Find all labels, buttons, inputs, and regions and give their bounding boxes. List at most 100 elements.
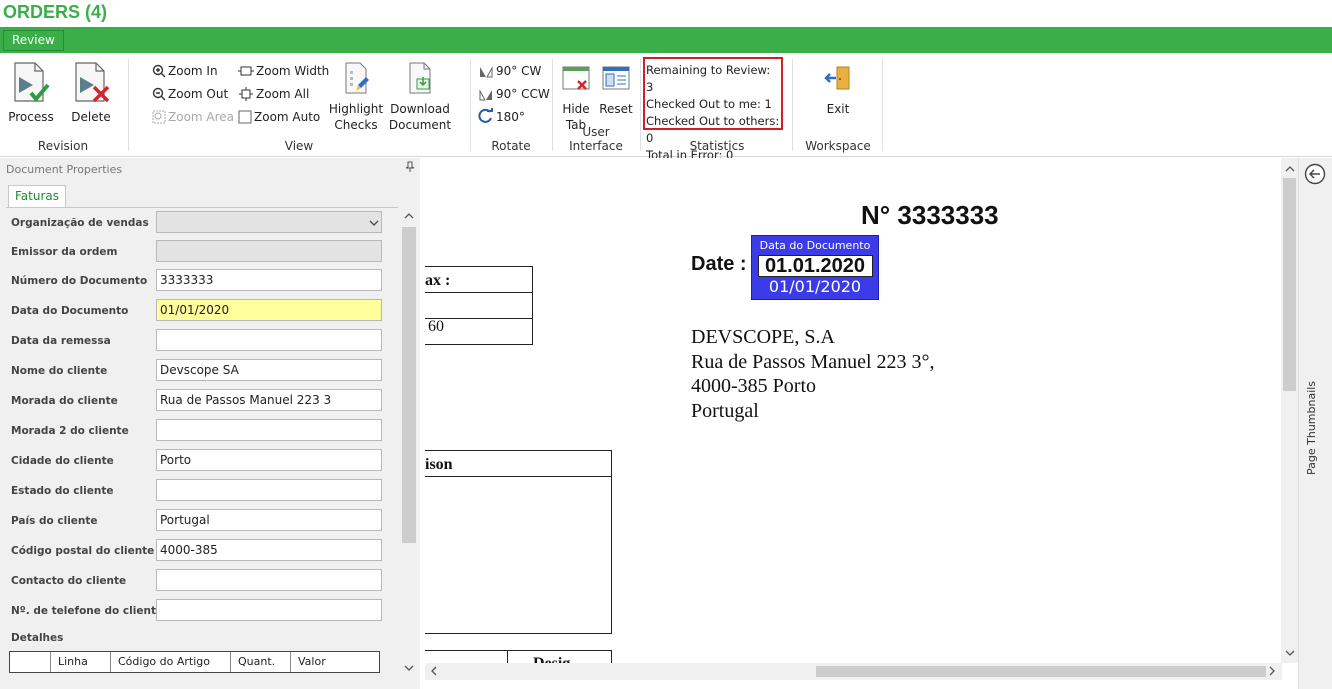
annotation-label: Data do Documento <box>759 239 871 252</box>
scroll-up-icon[interactable] <box>1281 162 1298 176</box>
rotate-180-button[interactable]: 180° <box>478 107 525 127</box>
doc-table-ison <box>425 450 612 634</box>
user-interface-group: Hide Tab Reset User Interface <box>554 57 638 155</box>
zoom-width-button[interactable]: Zoom Width <box>238 61 329 81</box>
scroll-thumb[interactable] <box>1283 178 1296 391</box>
tab-faturas[interactable]: Faturas <box>8 185 67 207</box>
document-viewer[interactable]: ax : 60 ison Desig N° 3333333 Date : Dat… <box>425 158 1282 663</box>
page-thumbnails-tab[interactable]: Page Thumbnails <box>1305 381 1318 475</box>
data-documento-annotation[interactable]: Data do Documento 01.01.2020 01/01/2020 <box>751 235 879 300</box>
view-group: Zoom In Zoom Out Zoom Area Zoom Width Zo… <box>130 57 468 155</box>
table-col-linha[interactable]: Linha <box>50 652 110 672</box>
scroll-thumb[interactable] <box>816 666 1266 677</box>
exit-button[interactable]: Exit <box>820 59 856 117</box>
zoom-auto-label: Zoom Auto <box>254 110 321 124</box>
download-document-button[interactable]: Download Document <box>388 59 452 133</box>
scroll-left-icon[interactable] <box>427 663 441 680</box>
field-data-documento: Data do Documento 01/01/2020 <box>6 299 398 329</box>
zoom-area-icon <box>152 110 166 124</box>
process-button[interactable]: Process <box>8 59 54 125</box>
zoom-in-icon <box>152 64 166 78</box>
codigo-postal-input[interactable]: 4000-385 <box>156 539 382 561</box>
contacto-cliente-input[interactable] <box>156 569 382 591</box>
zoom-all-button[interactable]: Zoom All <box>238 84 309 104</box>
tab-review[interactable]: Review <box>3 30 64 51</box>
rotate-cw-icon <box>480 66 493 78</box>
scroll-down-icon[interactable] <box>400 661 418 675</box>
address-line-3: 4000-385 Porto <box>691 375 816 397</box>
data-remessa-input[interactable] <box>156 329 382 351</box>
address-line-2: Rua de Passos Manuel 223 3°, <box>691 351 935 373</box>
rotate-ccw-label: 90° CCW <box>496 87 550 101</box>
field-contacto-cliente: Contacto do cliente <box>6 569 398 599</box>
morada-cliente-input[interactable]: Rua de Passos Manuel 223 3 <box>156 389 382 411</box>
document-horizontal-scrollbar[interactable] <box>425 663 1282 680</box>
zoom-out-button[interactable]: Zoom Out <box>152 84 228 104</box>
arrow-left-circle-icon[interactable] <box>1304 163 1326 185</box>
app-title: ORDERS (4) <box>3 2 108 22</box>
process-icon <box>14 62 50 103</box>
telefone-cliente-input[interactable] <box>156 599 382 621</box>
address-line-4: Portugal <box>691 400 759 422</box>
zoom-area-button[interactable]: Zoom Area <box>152 107 234 127</box>
doc-fax-label: ax : <box>425 272 451 289</box>
zoom-in-button[interactable]: Zoom In <box>152 61 218 81</box>
scroll-right-icon[interactable] <box>1265 663 1279 680</box>
estado-cliente-input[interactable] <box>156 479 382 501</box>
zoom-auto-checkbox[interactable]: Zoom Auto <box>238 107 320 127</box>
highlight-checks-button[interactable]: Highlight Checks <box>328 59 384 133</box>
exit-label: Exit <box>826 102 850 116</box>
document-vertical-scrollbar[interactable] <box>1281 158 1298 663</box>
rotate-group-label: Rotate <box>491 139 531 153</box>
cidade-cliente-input[interactable]: Porto <box>156 449 382 471</box>
zoom-area-label: Zoom Area <box>168 110 235 124</box>
rotate-cw-button[interactable]: 90° CW <box>478 61 541 81</box>
ribbon-tabbar: Review <box>0 27 1332 53</box>
delete-button[interactable]: Delete <box>70 59 112 125</box>
field-label: Emissor da ordem <box>11 246 118 258</box>
numero-documento-input[interactable]: 3333333 <box>156 269 382 291</box>
field-label: Código postal do cliente <box>11 545 155 557</box>
annotation-value: 01/01/2020 <box>768 277 862 296</box>
hide-tab-button[interactable]: Hide Tab <box>558 59 594 133</box>
table-col-codigo[interactable]: Código do Artigo <box>110 652 230 672</box>
table-col-blank <box>10 652 50 672</box>
nome-cliente-input[interactable]: Devscope SA <box>156 359 382 381</box>
rotate-ccw-button[interactable]: 90° CCW <box>478 84 550 104</box>
morada2-cliente-input[interactable] <box>156 419 382 441</box>
table-col-valor[interactable]: Valor <box>290 652 380 672</box>
field-label: Data da remessa <box>11 335 111 347</box>
table-col-quant[interactable]: Quant. <box>230 652 290 672</box>
revision-group: Process Delete Revision <box>0 57 126 155</box>
reset-button[interactable]: Reset <box>598 59 634 117</box>
hide-tab-label-1: Hide <box>562 102 590 116</box>
scroll-down-icon[interactable] <box>1281 646 1298 660</box>
emissor-ordem-input[interactable] <box>156 240 382 262</box>
scroll-up-icon[interactable] <box>400 209 418 223</box>
doc-ison-label: ison <box>425 456 453 473</box>
field-label: Nome do cliente <box>11 365 108 377</box>
doc-table-desig <box>425 650 612 663</box>
field-label: Estado do cliente <box>11 485 114 497</box>
user-interface-group-label: User Interface <box>569 125 623 153</box>
field-label: Organização de vendas <box>11 217 149 229</box>
zoom-in-label: Zoom In <box>168 64 218 78</box>
pais-cliente-input[interactable]: Portugal <box>156 509 382 531</box>
field-label: País do cliente <box>11 515 98 527</box>
organizacao-vendas-select[interactable] <box>156 211 382 233</box>
field-emissor-ordem: Emissor da ordem <box>6 240 398 270</box>
document-date-label: Date : <box>691 253 747 275</box>
field-pais-cliente: País do cliente Portugal <box>6 509 398 539</box>
doc-fax-number: 60 <box>428 318 444 335</box>
process-label: Process <box>8 110 54 124</box>
rotate-ccw-icon <box>479 89 492 101</box>
form-scrollbar[interactable] <box>400 207 418 685</box>
scroll-thumb[interactable] <box>402 227 416 543</box>
field-label: Nº. de telefone do cliente <box>11 605 164 617</box>
download-label-1: Download <box>390 102 450 116</box>
workspace-group-label: Workspace <box>805 139 871 153</box>
data-documento-input[interactable]: 01/01/2020 <box>156 299 382 321</box>
zoom-out-label: Zoom Out <box>168 87 229 101</box>
field-data-remessa: Data da remessa <box>6 329 398 359</box>
pin-icon[interactable] <box>405 161 415 173</box>
